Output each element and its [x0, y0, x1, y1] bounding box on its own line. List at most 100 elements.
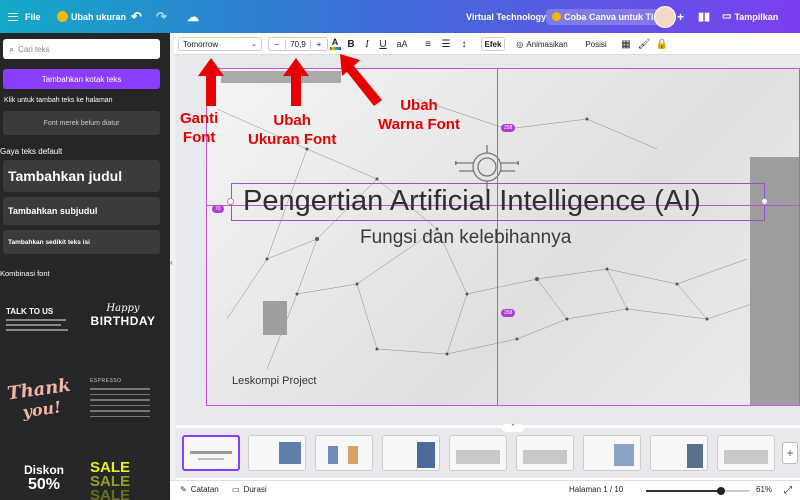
combo-line	[90, 404, 150, 406]
present-button[interactable]: ▭ Tampilkan	[722, 0, 778, 33]
grey-rectangle-shape[interactable]	[263, 301, 287, 335]
spacing-button[interactable]: ↕	[458, 37, 470, 51]
list-button[interactable]: ☰	[440, 37, 452, 51]
click-hint: Klik untuk tambah teks ke halaman	[4, 97, 113, 104]
combo-sale[interactable]: SALE SALE SALE	[90, 461, 154, 500]
chevron-up-icon[interactable]: ⌃	[502, 424, 524, 432]
page-thumbnail-1[interactable]	[182, 435, 240, 471]
file-menu[interactable]: File	[25, 0, 41, 33]
present-icon: ▭	[722, 11, 732, 22]
redo-button[interactable]: ↷	[156, 0, 167, 33]
top-bar: File Ubah ukuran ↶ ↷ ☁ Virtual Technolog…	[0, 0, 800, 33]
search-input[interactable]: ⌕ Cari teks	[3, 39, 160, 59]
add-body-button[interactable]: Tambahkan sedikit teks isi	[3, 230, 160, 254]
transparency-button[interactable]: ▦	[620, 37, 632, 51]
font-family-dropdown[interactable]: Tomorrow ⌄	[178, 37, 262, 51]
style-painter-button[interactable]: 🖌	[638, 37, 651, 51]
underline-icon: U	[379, 38, 387, 50]
page-thumbnail-7[interactable]	[583, 435, 641, 471]
page-thumbnail-6[interactable]	[516, 435, 574, 471]
animate-button[interactable]: ◎ Animasikan	[512, 37, 572, 51]
duration-label: Durasi	[243, 485, 267, 494]
increase-size-button[interactable]: +	[311, 40, 327, 49]
notes-button[interactable]: ✎ Catatan	[180, 485, 219, 494]
cloud-save-button[interactable]: ☁	[187, 0, 199, 33]
combo-happy-birthday[interactable]: Happy BIRTHDAY	[88, 303, 158, 343]
add-subheading-button[interactable]: Tambahkan subjudul	[3, 197, 160, 225]
fullscreen-button[interactable]: ⤢	[784, 485, 792, 496]
letter-case-button[interactable]: aA	[394, 37, 410, 51]
notes-icon: ✎	[180, 485, 187, 494]
grey-top-bar-shape[interactable]	[221, 71, 341, 83]
effects-button[interactable]: Efek	[481, 37, 505, 51]
heading-label: Tambahkan judul	[8, 168, 123, 184]
add-page-button[interactable]: +	[782, 442, 798, 464]
insights-button[interactable]: ▮▮	[698, 0, 710, 33]
brand-font-button[interactable]: Font merek belum diatur	[3, 111, 160, 135]
combo-espresso-menu[interactable]: ESPRESSO	[90, 378, 156, 438]
page-thumbnail-8[interactable]	[650, 435, 708, 471]
slide-title[interactable]: Pengertian Artificial Intelligence (AI)	[243, 185, 701, 218]
zoom-slider-fill	[646, 490, 721, 492]
zoom-slider[interactable]	[646, 487, 750, 495]
combo-thank-you[interactable]: Thank you!	[3, 374, 79, 433]
page-thumbnail-3[interactable]	[315, 435, 373, 471]
line-spacing-icon: ↕	[461, 38, 467, 50]
zoom-level[interactable]: 61%	[756, 485, 772, 494]
combo-diskon-text: Diskon	[23, 463, 64, 477]
position-button[interactable]: Posisi	[584, 37, 608, 51]
combo-sale-text: SALE	[90, 487, 131, 500]
page-thumbnail-9[interactable]	[717, 435, 775, 471]
page-indicator[interactable]: Halaman 1 / 10	[569, 485, 623, 494]
resize-handle-right[interactable]	[761, 198, 768, 205]
text-toolbar: Tomorrow ⌄ − 70,9 + A B I U aA ≡ ☰ ↕ Efe…	[174, 33, 800, 55]
add-textbox-label: Tambahkan kotak teks	[41, 74, 122, 84]
undo-button[interactable]: ↶	[131, 0, 142, 33]
search-icon: ⌕	[9, 43, 15, 54]
notes-label: Catatan	[190, 485, 219, 494]
page-thumbnail-4[interactable]	[382, 435, 440, 471]
timer-icon: ▭	[232, 485, 240, 494]
page-thumbnail-2[interactable]	[248, 435, 306, 471]
doc-title[interactable]: Virtual Technology	[466, 0, 546, 33]
color-bar	[329, 47, 341, 50]
italic-button[interactable]: I	[361, 37, 373, 51]
combo-line	[6, 329, 68, 331]
font-size-value[interactable]: 70,9	[285, 39, 311, 49]
trial-button[interactable]: Coba Canva untuk Tim	[546, 0, 668, 33]
bold-button[interactable]: B	[345, 37, 357, 51]
body-label: Tambahkan sedikit teks isi	[8, 238, 90, 246]
underline-button[interactable]: U	[377, 37, 389, 51]
combo-espresso-text: ESPRESSO	[90, 378, 122, 384]
resize-label: Ubah ukuran	[71, 11, 127, 22]
slide-subtitle[interactable]: Fungsi dan kelebihannya	[360, 227, 571, 249]
page-thumbnail-5[interactable]	[449, 435, 507, 471]
lock-icon: 🔒	[655, 38, 669, 50]
animate-label: Animasikan	[526, 39, 568, 49]
lock-button[interactable]: 🔒	[656, 37, 668, 51]
annotation-color-line2: Warna Font	[378, 115, 460, 133]
combo-talk-to-us[interactable]: TALK TO US	[6, 307, 78, 343]
checker-icon: ▦	[621, 38, 631, 50]
hamburger-icon	[8, 12, 18, 21]
redo-icon: ↷	[156, 8, 167, 24]
zoom-slider-knob[interactable]	[717, 487, 725, 495]
user-avatar[interactable]	[654, 0, 676, 33]
font-size-stepper[interactable]: − 70,9 +	[268, 37, 328, 51]
text-color-button[interactable]: A	[328, 37, 342, 51]
spacing-badge-top: 258	[501, 124, 516, 132]
add-heading-button[interactable]: Tambahkan judul	[3, 160, 160, 192]
combo-diskon[interactable]: Diskon 50%	[14, 463, 74, 499]
resize-button[interactable]: Ubah ukuran	[57, 0, 126, 33]
combo-birthday-text: BIRTHDAY	[90, 314, 156, 328]
menu-button[interactable]	[8, 0, 18, 33]
subheading-label: Tambahkan subjudul	[8, 206, 98, 216]
duration-button[interactable]: ▭ Durasi	[232, 485, 267, 494]
align-button[interactable]: ≡	[422, 37, 434, 51]
decrease-size-button[interactable]: −	[269, 40, 285, 49]
position-label: Posisi	[585, 39, 607, 49]
resize-handle-left[interactable]	[227, 198, 234, 205]
slide-footer[interactable]: Leskompi Project	[232, 375, 316, 387]
add-textbox-button[interactable]: Tambahkan kotak teks	[3, 69, 160, 89]
add-member-button[interactable]: +	[677, 0, 684, 33]
